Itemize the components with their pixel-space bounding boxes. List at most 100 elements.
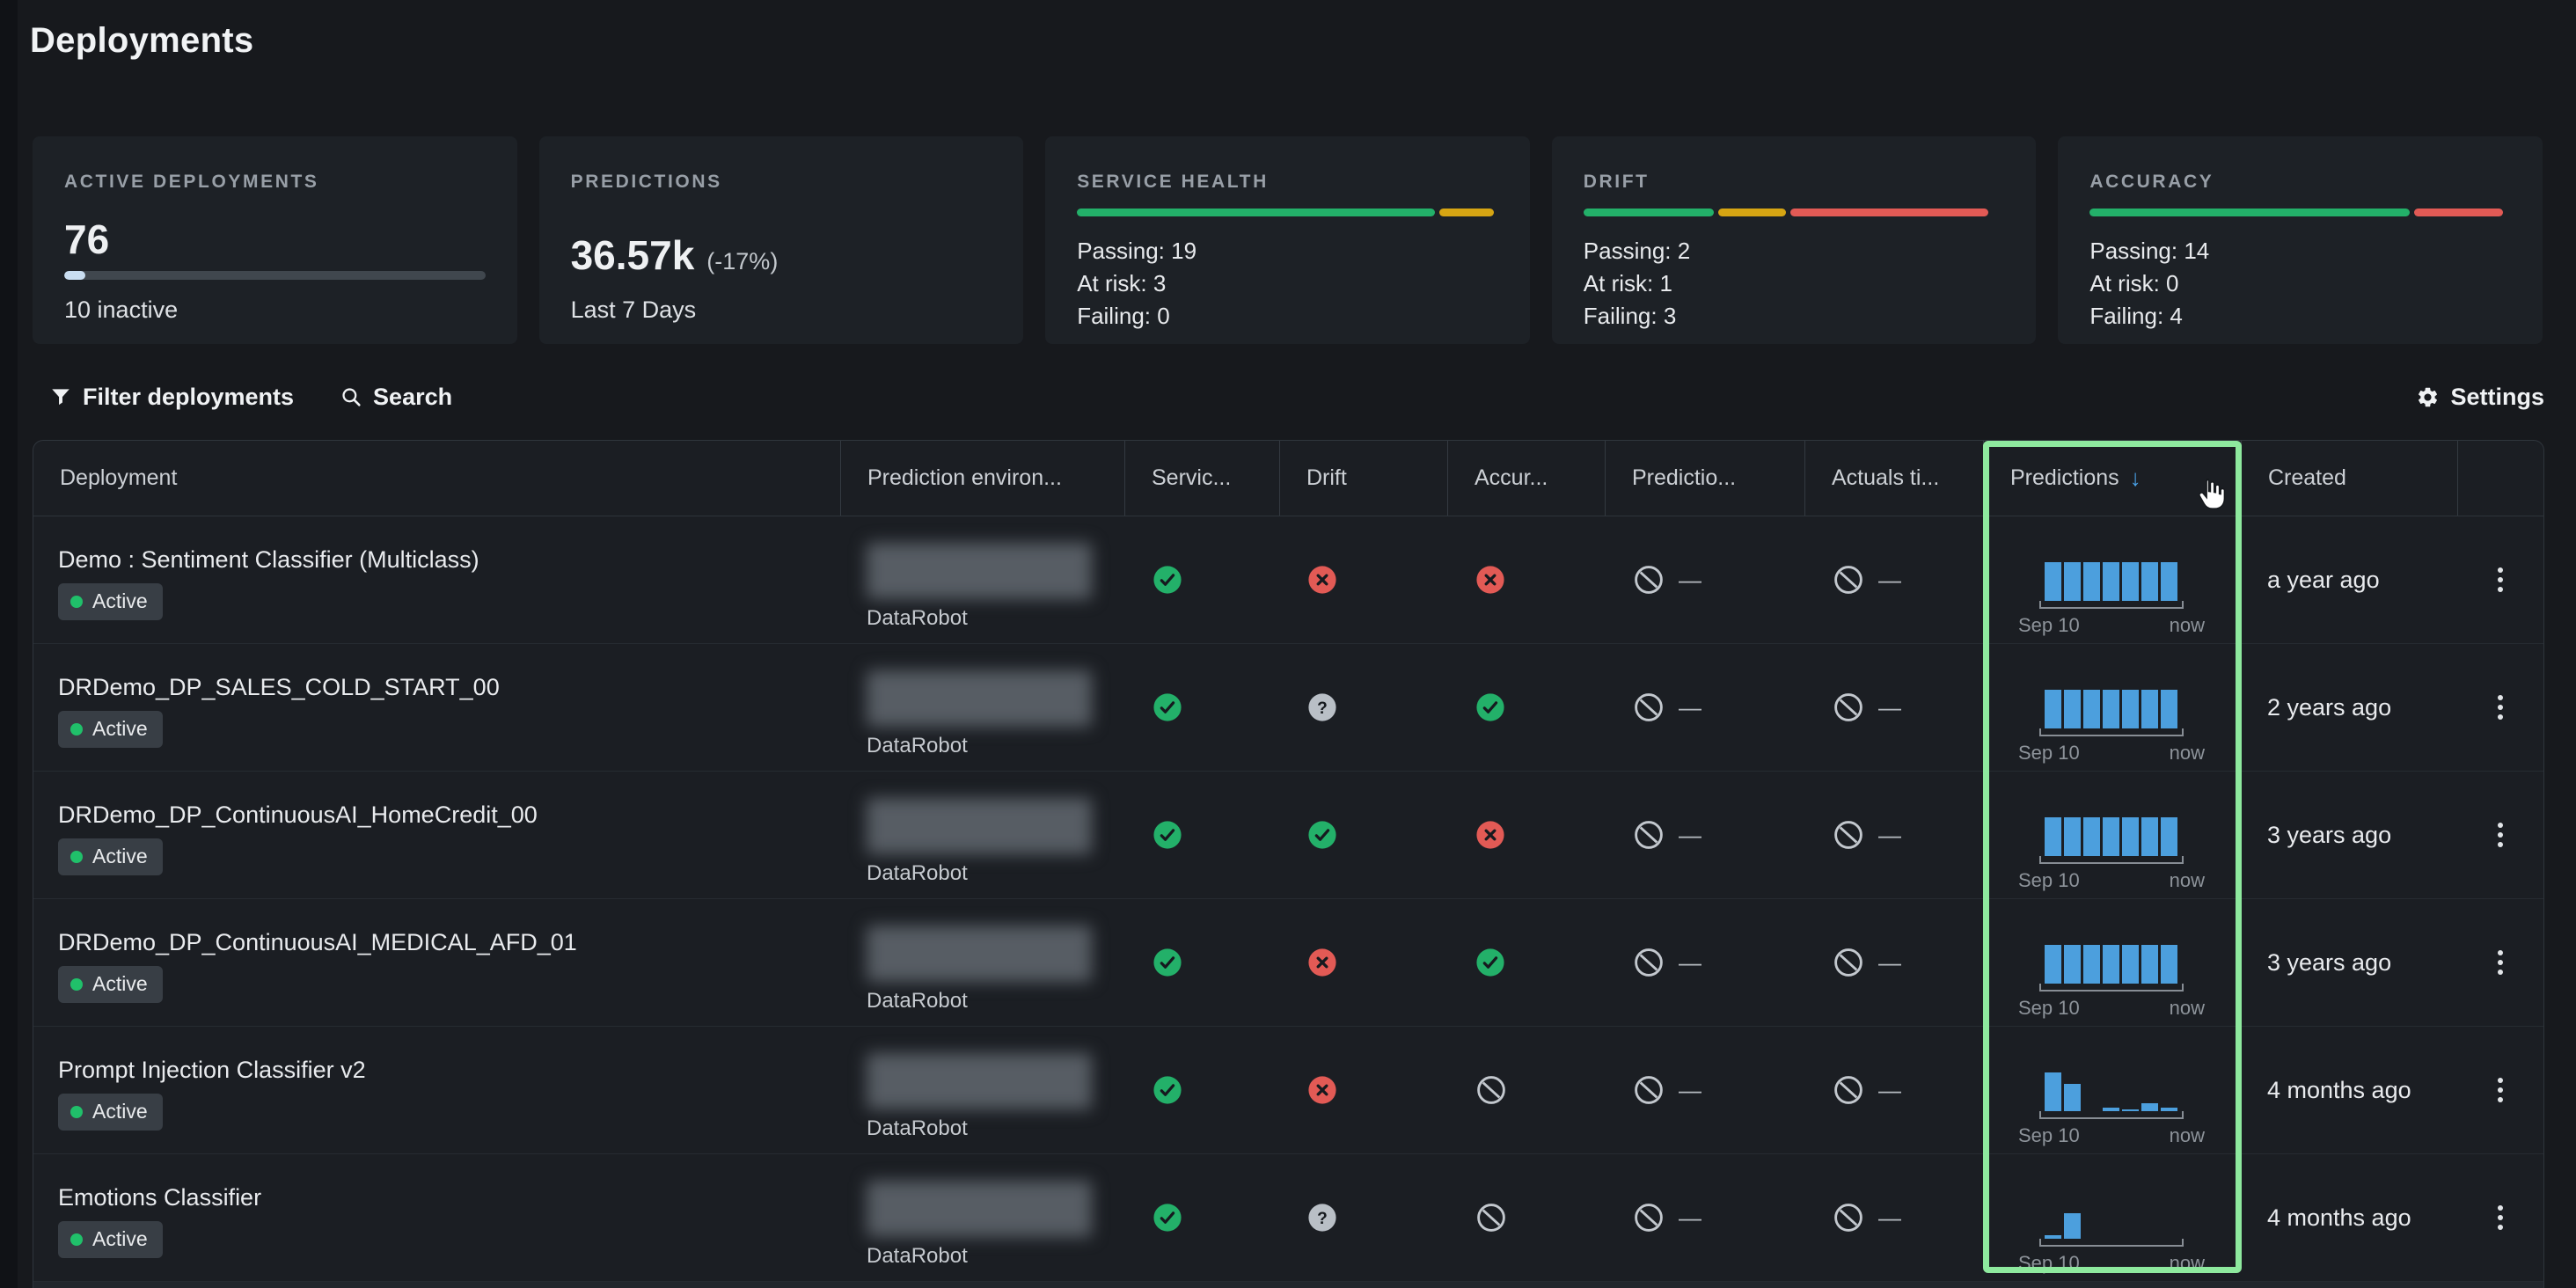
sparkline-bar (2122, 690, 2139, 728)
table-row[interactable]: DRDemo_DP_SALES_COLD_START_00ActiveDataR… (33, 644, 2543, 772)
health-bar-segment (1439, 209, 1494, 216)
status-badge: Active (58, 1094, 163, 1131)
card-label: ACTIVE DEPLOYMENTS (64, 172, 486, 193)
sparkline-start-label: Sep 10 (2018, 742, 2080, 765)
table-row[interactable]: Emotions ClassifierActiveDataRobot?——Sep… (33, 1154, 2543, 1282)
sparkline-axis-bracket (2039, 601, 2184, 609)
table-row[interactable]: Demo : Sentiment Classifier (Multiclass)… (33, 516, 2543, 644)
kebab-menu-button[interactable] (2489, 1069, 2512, 1111)
kebab-dot (2498, 705, 2503, 710)
deployment-name[interactable]: Demo : Sentiment Classifier (Multiclass) (58, 546, 479, 574)
deployment-name[interactable]: DRDemo_DP_ContinuousAI_MEDICAL_AFD_01 (58, 929, 577, 956)
status-disabled-icon (1475, 1202, 1507, 1233)
sparkline-bar (2103, 562, 2119, 601)
column-header-accuracy[interactable]: Accur... (1447, 441, 1605, 516)
column-header-prediction-health[interactable]: Predictio... (1605, 441, 1804, 516)
table-row[interactable]: DRDemo_DP_ContinuousAI_MEDICAL_AFD_01Act… (33, 899, 2543, 1027)
column-header-service-health[interactable]: Servic... (1124, 441, 1279, 516)
status-passing-icon (1153, 692, 1182, 722)
gear-icon (2416, 385, 2440, 409)
sparkline-end-label: now (2170, 614, 2205, 637)
sparkline-bar (2045, 1072, 2061, 1111)
service-health-cell (1124, 516, 1279, 643)
actions-cell (2457, 644, 2543, 771)
funnel-icon (49, 385, 72, 408)
kebab-dot (2498, 1097, 2503, 1102)
column-header-created[interactable]: Created (2241, 441, 2457, 516)
table-header-row: Deployment Prediction environ... Servic.… (33, 441, 2543, 516)
status-badge-label: Active (92, 1100, 148, 1123)
status-badge: Active (58, 711, 163, 748)
kebab-menu-button[interactable] (2489, 686, 2512, 728)
column-header-drift[interactable]: Drift (1279, 441, 1447, 516)
environment-type-label: DataRobot (867, 861, 1124, 886)
deployment-name[interactable]: Prompt Injection Classifier v2 (58, 1057, 366, 1084)
accuracy-cell (1447, 1154, 1605, 1281)
status-failing-icon (1475, 565, 1505, 595)
kebab-dot (2498, 1205, 2503, 1211)
sparkline-bars (2039, 1072, 2184, 1111)
deployment-name[interactable]: DRDemo_DP_SALES_COLD_START_00 (58, 674, 500, 701)
sparkline-start-label: Sep 10 (2018, 869, 2080, 892)
drift-cell (1279, 1027, 1447, 1153)
deployment-name[interactable]: Emotions Classifier (58, 1184, 261, 1211)
filter-deployments-button[interactable]: Filter deployments (49, 384, 294, 411)
environment-name-redacted (867, 926, 1092, 982)
kebab-dot (2498, 1087, 2503, 1093)
status-passing-icon (1475, 948, 1505, 977)
column-header-predictions[interactable]: Predictions ↓ (1983, 441, 2241, 516)
column-header-actuals-timeliness[interactable]: Actuals ti... (1804, 441, 1983, 516)
actuals-timeliness-cell: — (1804, 1154, 1983, 1281)
sparkline-bar (2083, 817, 2100, 856)
kebab-menu-button[interactable] (2489, 814, 2512, 856)
status-disabled-icon (1833, 1202, 1864, 1233)
actuals-timeliness-cell: — (1804, 1027, 1983, 1153)
table-row[interactable]: DRDemo_DP_ContinuousAI_HomeCredit_00Acti… (33, 772, 2543, 899)
prediction-health-cell: — (1605, 772, 1804, 898)
deployments-page: Deployments ACTIVE DEPLOYMENTS 76 10 ina… (0, 0, 2576, 1288)
sparkline-axis-bracket (2039, 1111, 2184, 1119)
service-health-passing: Passing: 19 (1077, 235, 1197, 267)
table-body: Demo : Sentiment Classifier (Multiclass)… (33, 516, 2543, 1282)
kebab-menu-button[interactable] (2489, 559, 2512, 601)
kebab-dot (2498, 1078, 2503, 1083)
sparkline-bar (2045, 945, 2061, 984)
sparkline-start-label: Sep 10 (2018, 1124, 2080, 1147)
sparkline-bars (2039, 562, 2184, 601)
actions-cell (2457, 899, 2543, 1026)
column-header-prediction-environment[interactable]: Prediction environ... (840, 441, 1124, 516)
sparkline-bar (2045, 562, 2061, 601)
search-button[interactable]: Search (340, 384, 452, 411)
sort-desc-arrow-icon[interactable]: ↓ (2130, 465, 2141, 492)
accuracy-failing: Failing: 4 (2089, 300, 2209, 333)
deployment-name[interactable]: DRDemo_DP_ContinuousAI_HomeCredit_00 (58, 801, 538, 829)
prediction-environment-cell: DataRobot (840, 1027, 1124, 1153)
sparkline-axis-labels: Sep 10now (2018, 1124, 2205, 1147)
health-bar-segment (2414, 209, 2503, 216)
settings-button[interactable]: Settings (2416, 384, 2544, 411)
accuracy-cell (1447, 516, 1605, 643)
empty-value-dash: — (1679, 1204, 1701, 1232)
prediction-environment-cell: DataRobot (840, 1154, 1124, 1281)
service-health-failing: Failing: 0 (1077, 300, 1197, 333)
kebab-menu-button[interactable] (2489, 941, 2512, 984)
predictions-sparkline: Sep 10now (2039, 690, 2184, 765)
sparkline-end-label: now (2170, 742, 2205, 765)
table-row[interactable]: Prompt Injection Classifier v2 Active Data… (33, 1027, 2543, 1154)
accuracy-cell (1447, 772, 1605, 898)
summary-cards: ACTIVE DEPLOYMENTS 76 10 inactive PREDIC… (33, 136, 2543, 344)
sparkline-bar (2064, 562, 2081, 601)
environment-name-redacted (867, 1181, 1092, 1237)
status-disabled-icon (1633, 947, 1665, 978)
prediction-environment-cell: DataRobot (840, 516, 1124, 643)
kebab-menu-button[interactable] (2489, 1197, 2512, 1239)
health-bar-segment (1718, 209, 1786, 216)
column-header-deployment[interactable]: Deployment (33, 441, 840, 516)
card-label: PREDICTIONS (571, 172, 992, 193)
empty-value-dash: — (1878, 949, 1901, 977)
deployment-cell: Prompt Injection Classifier v2 Active (33, 1027, 840, 1153)
deployment-cell: DRDemo_DP_ContinuousAI_HomeCredit_00Acti… (33, 772, 840, 898)
sparkline-bar (2045, 1235, 2061, 1239)
status-passing-icon (1153, 565, 1182, 595)
card-active-deployments: ACTIVE DEPLOYMENTS 76 10 inactive (33, 136, 517, 344)
